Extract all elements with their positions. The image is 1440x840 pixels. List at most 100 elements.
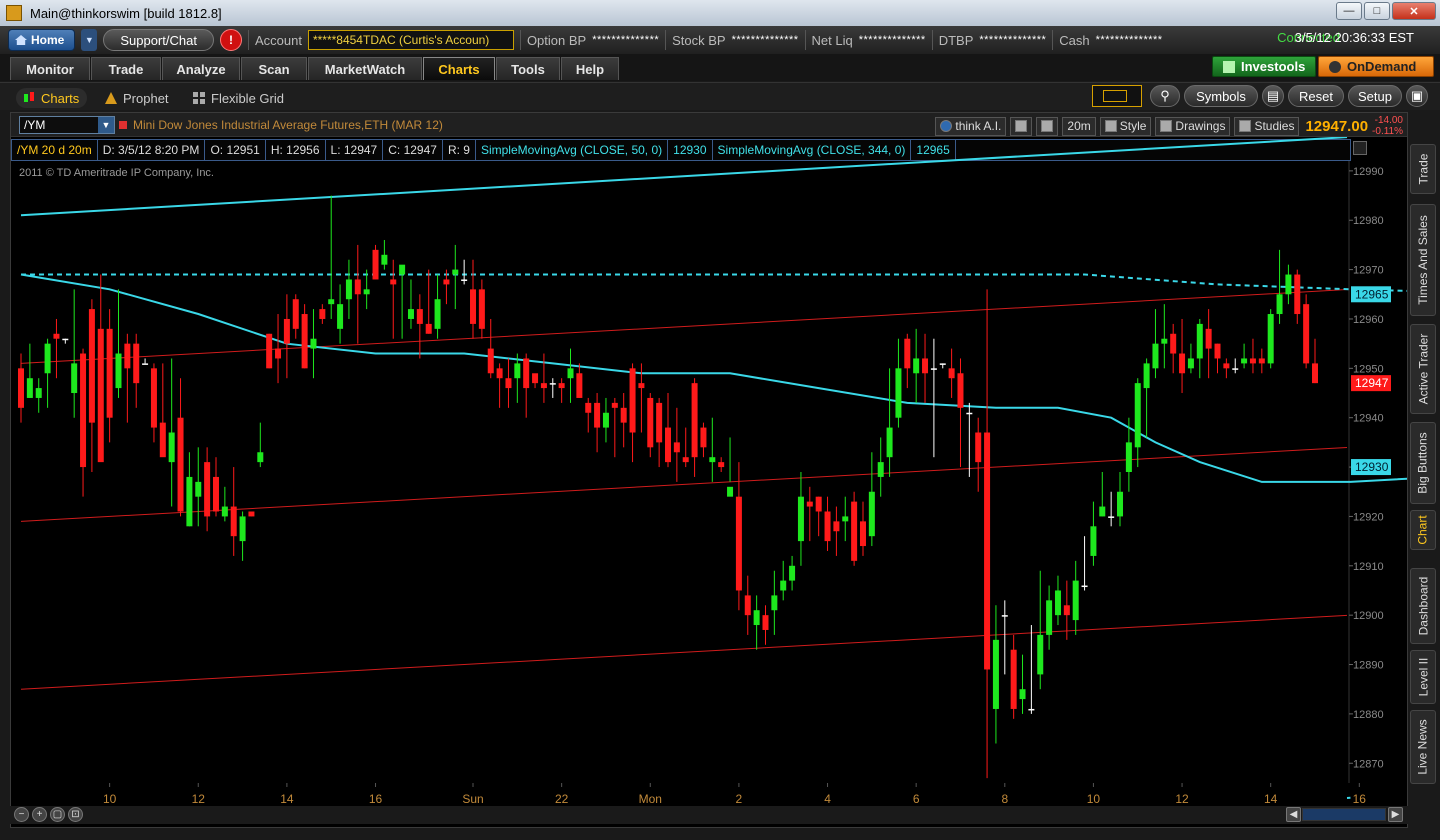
candle-body — [1046, 600, 1053, 635]
sidetab-live-news[interactable]: Live News — [1410, 710, 1436, 784]
tab-tools[interactable]: Tools — [496, 57, 560, 80]
candle-body — [930, 368, 937, 370]
chart-scrollbar[interactable] — [1302, 808, 1386, 821]
y-tick-label: 12920 — [1353, 511, 1384, 523]
tab-charts[interactable]: Charts — [423, 57, 495, 80]
x-tick-label: Sun — [462, 792, 483, 806]
tab-help[interactable]: Help — [561, 57, 619, 80]
scroll-left-icon[interactable]: ◀ — [1286, 807, 1301, 822]
minimize-button[interactable]: — — [1336, 2, 1362, 20]
candle-body — [567, 368, 574, 379]
candle-body — [1161, 338, 1168, 344]
zoom-fit-icon[interactable]: ⊡ — [68, 807, 83, 822]
think-ai-button[interactable]: think A.I. — [935, 116, 1007, 136]
candle-body — [354, 279, 361, 295]
candle-body — [407, 309, 414, 319]
candle-body — [1019, 689, 1026, 700]
candle-body — [523, 358, 530, 389]
sidetab-trade[interactable]: Trade — [1410, 144, 1436, 194]
y-tick-label: 12870 — [1353, 758, 1384, 770]
candle-body — [177, 417, 184, 512]
sma-50-line — [20, 273, 1407, 483]
studies-button[interactable]: Studies — [1234, 116, 1300, 136]
candle-body — [337, 304, 344, 329]
candle-body — [310, 338, 317, 349]
candle-body — [611, 402, 618, 408]
x-tick-label: 22 — [555, 792, 569, 806]
maximize-panel-icon[interactable]: ▣ — [1406, 85, 1428, 107]
subtab-prophet[interactable]: Prophet — [104, 88, 169, 108]
symbol-input[interactable]: /YM ▼ — [19, 116, 115, 134]
tab-analyze[interactable]: Analyze — [162, 57, 240, 80]
candle-body — [345, 279, 352, 300]
candle-body — [425, 323, 432, 334]
scroll-right-icon[interactable]: ▶ — [1388, 807, 1403, 822]
prophet-icon — [105, 92, 117, 104]
candle-body — [470, 289, 477, 324]
sidetab-chart[interactable]: Chart — [1410, 510, 1436, 550]
candle-body — [212, 476, 219, 512]
candle-body — [1054, 590, 1061, 616]
sidetab-times-and-sales[interactable]: Times And Sales — [1410, 204, 1436, 316]
candlestick-icon — [24, 92, 34, 102]
x-tick-label: 4 — [824, 792, 831, 806]
close-button[interactable]: ✕ — [1392, 2, 1436, 20]
crosshair-tool-button[interactable] — [1010, 116, 1033, 136]
maximize-button[interactable]: □ — [1364, 2, 1390, 20]
zoom-out-icon[interactable]: − — [14, 807, 29, 822]
symbols-button[interactable]: Symbols — [1184, 85, 1258, 107]
chart-color-swatch[interactable] — [1092, 85, 1142, 107]
print-icon[interactable]: ▤ — [1262, 85, 1284, 107]
setup-button[interactable]: Setup — [1348, 85, 1402, 107]
candle-body — [1063, 605, 1070, 616]
tab-trade[interactable]: Trade — [91, 57, 161, 80]
tab-monitor[interactable]: Monitor — [10, 57, 90, 80]
candle-body — [665, 427, 671, 463]
tab-scan[interactable]: Scan — [241, 57, 307, 80]
sma-344-line — [21, 273, 1407, 292]
account-select[interactable]: *****8454TDAC (Curtis's Accoun) — [307, 30, 514, 50]
y-tick-label: 12990 — [1353, 166, 1384, 178]
ondemand-button[interactable]: OnDemand — [1318, 56, 1434, 77]
candle-body — [1090, 526, 1097, 556]
dtbp-label: DTBP — [938, 32, 974, 48]
subtab-charts[interactable]: Charts — [16, 88, 88, 108]
aggregation-button[interactable]: 20m — [1062, 116, 1096, 136]
candle-body — [647, 397, 654, 448]
candle-body — [1099, 506, 1106, 517]
candle-body — [124, 343, 131, 369]
sidetab-dashboard[interactable]: Dashboard — [1410, 568, 1436, 644]
zoom-reset-icon[interactable]: ▢ — [50, 807, 65, 822]
link-icon[interactable]: ⚲ — [1150, 85, 1180, 107]
symbol-flag-icon — [119, 121, 127, 129]
candle-body — [780, 580, 787, 591]
price-chart[interactable]: 12990 12980 12970 12960 12950 12940 12930 12920… — [11, 137, 1407, 827]
candle-body — [195, 481, 202, 497]
separator — [519, 30, 521, 50]
sidetab-big-buttons[interactable]: Big Buttons — [1410, 422, 1436, 504]
zoom-in-icon[interactable]: + — [32, 807, 47, 822]
drawings-button[interactable]: Drawings — [1155, 116, 1231, 136]
price-label: 12965 — [1355, 287, 1389, 301]
subtab-flexible-grid[interactable]: Flexible Grid — [192, 88, 284, 108]
trendline — [20, 137, 1348, 217]
candle-body — [718, 462, 725, 468]
candle-body — [815, 496, 822, 512]
candle-body — [975, 432, 982, 463]
investools-button[interactable]: Investools — [1212, 56, 1316, 77]
tab-marketwatch[interactable]: MarketWatch — [308, 57, 422, 80]
home-dropdown-icon[interactable]: ▼ — [81, 29, 98, 51]
sidetab-active-trader[interactable]: Active Trader — [1410, 324, 1436, 414]
candle-body — [771, 595, 778, 611]
chevron-down-icon[interactable]: ▼ — [98, 117, 114, 133]
zoom-tool-button[interactable] — [1036, 116, 1059, 136]
home-button[interactable]: Home — [8, 29, 76, 51]
last-price: 12947.00 — [1305, 117, 1369, 135]
alert-icon[interactable]: ! — [219, 29, 242, 51]
support-chat-button[interactable]: Support/Chat — [103, 29, 214, 51]
style-button[interactable]: Style — [1099, 116, 1152, 136]
sidetab-level-ii[interactable]: Level II — [1410, 650, 1436, 704]
candle-body — [62, 338, 69, 341]
candle-body — [532, 373, 539, 384]
reset-button[interactable]: Reset — [1288, 85, 1344, 107]
